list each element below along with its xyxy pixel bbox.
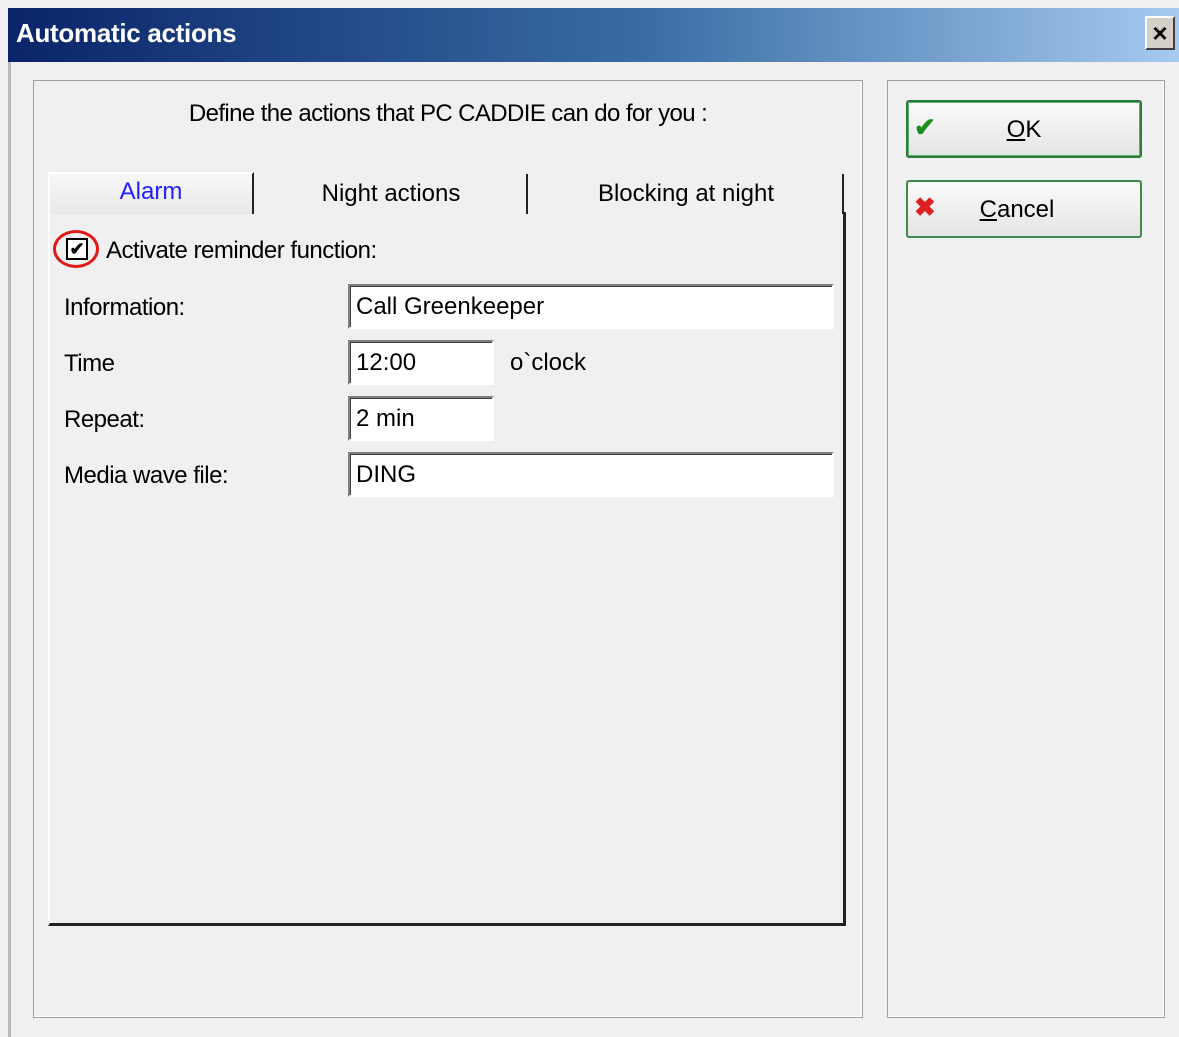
time-unit-label: o`clock (510, 349, 587, 376)
close-button[interactable]: × (1145, 16, 1175, 50)
cancel-label: Cancel (979, 196, 1055, 223)
activate-reminder-checkbox[interactable]: ✔ (66, 238, 88, 260)
tab-alarm[interactable]: Alarm (48, 172, 254, 214)
media-wave-file-label: Media wave file: (64, 462, 229, 489)
intro-text: Define the actions that PC CADDIE can do… (188, 100, 708, 127)
repeat-label: Repeat: (64, 406, 145, 433)
information-label: Information: (64, 294, 185, 321)
title-bar[interactable]: Automatic actions × (8, 8, 1179, 62)
activate-reminder-label[interactable]: Activate reminder function: (106, 237, 377, 265)
window-frame (8, 62, 11, 1037)
ok-button[interactable]: ✔ OK (906, 100, 1142, 158)
repeat-field[interactable] (348, 396, 494, 441)
ok-label: OK (1006, 116, 1042, 143)
cancel-button[interactable]: ✖ Cancel (906, 180, 1142, 238)
time-field[interactable] (348, 340, 494, 385)
information-field[interactable] (348, 284, 834, 329)
window-title: Automatic actions (16, 18, 237, 48)
tab-night-actions[interactable]: Night actions (256, 174, 528, 214)
media-wave-file-field[interactable] (348, 452, 834, 497)
close-icon: × (1152, 18, 1168, 48)
tab-blocking-at-night[interactable]: Blocking at night (530, 174, 844, 214)
check-icon: ✔ (69, 239, 85, 259)
time-label: Time (64, 350, 115, 377)
